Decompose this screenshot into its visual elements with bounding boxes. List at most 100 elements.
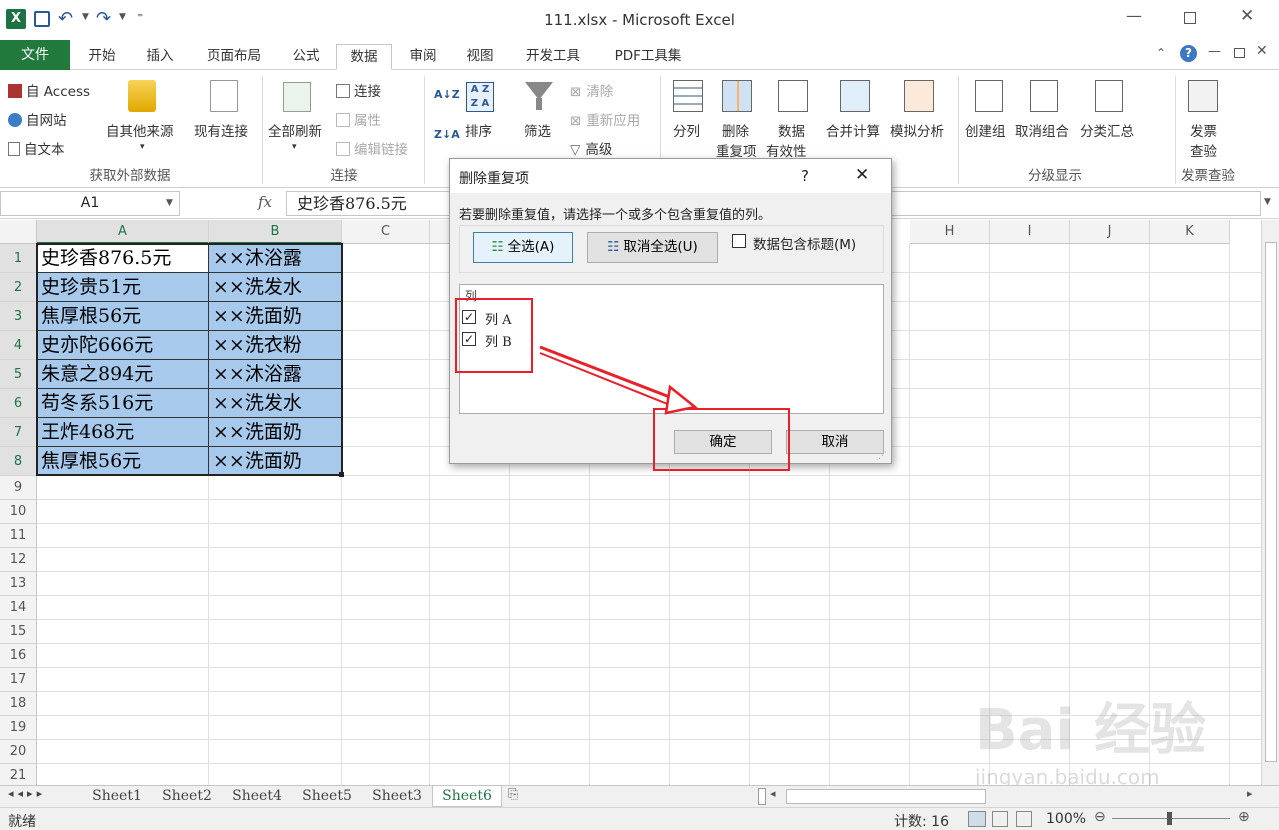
row-header[interactable]: 6 — [0, 389, 37, 418]
maximize-icon[interactable] — [1184, 12, 1196, 24]
row-header[interactable]: 16 — [0, 644, 37, 668]
cell-b5[interactable]: ××沐浴露 — [210, 360, 302, 388]
connections-button[interactable]: 连接 — [336, 80, 381, 100]
from-access-button[interactable]: 自 Access — [8, 80, 90, 100]
existing-connections-button[interactable]: 现有连接 — [194, 120, 248, 140]
row-header[interactable]: 19 — [0, 716, 37, 740]
page-break-view-icon[interactable] — [1016, 811, 1032, 827]
sheet-tab-sheet1[interactable]: Sheet1 — [82, 786, 152, 807]
tab-split-handle[interactable] — [758, 788, 766, 805]
dialog-help-icon[interactable]: ? — [801, 167, 809, 185]
row-header[interactable]: 3 — [0, 302, 37, 331]
cell-a3[interactable]: 焦厚根56元 — [38, 302, 141, 330]
filter-button[interactable]: 筛选 — [524, 120, 551, 140]
row-header[interactable]: 10 — [0, 500, 37, 524]
row-header[interactable]: 14 — [0, 596, 37, 620]
ungroup-button[interactable]: 取消组合 — [1015, 120, 1069, 140]
remove-duplicates-button[interactable]: 删除 — [722, 120, 749, 140]
tab-page-layout[interactable]: 页面布局 — [195, 44, 273, 70]
row-header[interactable]: 11 — [0, 524, 37, 548]
header-checkbox[interactable] — [732, 234, 746, 248]
fill-handle[interactable] — [339, 472, 344, 477]
cell-a5[interactable]: 朱意之894元 — [38, 360, 153, 388]
sheet-nav-arrows[interactable]: ◂◂▸▸ — [8, 787, 46, 800]
cell-b3[interactable]: ××洗面奶 — [210, 302, 302, 330]
cell-a1[interactable]: 史珍香876.5元 — [38, 244, 171, 272]
data-validation-button[interactable]: 数据 — [778, 120, 805, 140]
scrollbar-thumb[interactable] — [1265, 242, 1277, 762]
edit-links-button[interactable]: 编辑链接 — [336, 138, 408, 158]
tab-home[interactable]: 开始 — [77, 44, 127, 70]
column-header-c[interactable]: C — [342, 220, 430, 244]
row-header[interactable]: 20 — [0, 740, 37, 764]
refresh-all-button[interactable]: 全部刷新 — [268, 120, 322, 140]
column-header-b[interactable]: B — [209, 220, 342, 244]
from-text-button[interactable]: 自文本 — [8, 138, 65, 158]
sort-button[interactable]: 排序 — [465, 120, 492, 140]
unselect-all-button[interactable]: ☷ 取消全选(U) — [587, 232, 718, 263]
workbook-close-icon[interactable]: ✕ — [1256, 43, 1268, 59]
vertical-scrollbar[interactable] — [1261, 220, 1279, 785]
workbook-minimize-icon[interactable]: — — [1208, 44, 1221, 59]
tab-view[interactable]: 视图 — [455, 44, 505, 70]
cell-a7[interactable]: 王炸468元 — [38, 418, 134, 446]
sheet-tab-sheet3[interactable]: Sheet3 — [362, 786, 432, 807]
row-header[interactable]: 17 — [0, 668, 37, 692]
row-header[interactable]: 1 — [0, 244, 37, 273]
subtotal-button[interactable]: 分类汇总 — [1080, 120, 1134, 140]
clear-filter-button[interactable]: ⊠ 清除 — [570, 80, 613, 100]
horizontal-scroll-thumb[interactable] — [786, 789, 986, 804]
resize-grip-icon[interactable]: ⋰ — [878, 451, 887, 461]
other-sources-button[interactable]: 自其他来源 — [106, 120, 174, 140]
row-header[interactable]: 2 — [0, 273, 37, 302]
insert-sheet-icon[interactable]: ⎘ — [508, 787, 518, 802]
row-header[interactable]: 5 — [0, 360, 37, 389]
zoom-slider-thumb[interactable] — [1167, 812, 1172, 825]
expand-formula-icon[interactable]: ▼ — [1264, 197, 1271, 207]
sheet-tab-sheet4[interactable]: Sheet4 — [222, 786, 292, 807]
properties-button[interactable]: 属性 — [336, 109, 381, 129]
cell-b1[interactable]: ××沐浴露 — [210, 244, 302, 272]
cancel-button[interactable]: 取消 — [786, 430, 884, 454]
remove-duplicates-button-line2[interactable]: 重复项 — [716, 140, 757, 160]
close-icon[interactable]: ✕ — [1240, 6, 1254, 26]
column-header-i[interactable]: I — [990, 220, 1070, 244]
zoom-out-icon[interactable]: ⊖ — [1094, 809, 1106, 825]
tab-insert[interactable]: 插入 — [135, 44, 185, 70]
sheet-tab-sheet6[interactable]: Sheet6 — [432, 786, 502, 807]
row-header[interactable]: 8 — [0, 447, 37, 476]
name-box[interactable]: A1 — [0, 191, 180, 216]
sort-asc-button[interactable]: A↓Z — [434, 88, 460, 101]
column-header-h[interactable]: H — [910, 220, 990, 244]
what-if-analysis-button[interactable]: 模拟分析 — [890, 120, 944, 140]
consolidate-button[interactable]: 合并计算 — [826, 120, 880, 140]
column-header-j[interactable]: J — [1070, 220, 1150, 244]
dialog-close-icon[interactable]: ✕ — [855, 165, 869, 185]
column-header-k[interactable]: K — [1150, 220, 1230, 244]
tab-review[interactable]: 审阅 — [398, 44, 448, 70]
zoom-in-icon[interactable]: ⊕ — [1238, 809, 1250, 825]
scroll-left-icon[interactable]: ◂ — [770, 787, 776, 800]
text-to-columns-button[interactable]: 分列 — [673, 120, 700, 140]
zoom-level[interactable]: 100% — [1046, 811, 1086, 827]
sheet-tab-sheet2[interactable]: Sheet2 — [152, 786, 222, 807]
scroll-right-icon[interactable]: ▸ — [1247, 787, 1253, 800]
row-header[interactable]: 18 — [0, 692, 37, 716]
sheet-tab-sheet5[interactable]: Sheet5 — [292, 786, 362, 807]
tab-file[interactable]: 文件 — [0, 40, 70, 70]
cell-b7[interactable]: ××洗面奶 — [210, 418, 302, 446]
tab-formulas[interactable]: 公式 — [281, 44, 331, 70]
row-header[interactable]: 13 — [0, 572, 37, 596]
page-layout-view-icon[interactable] — [992, 811, 1008, 827]
cell-a2[interactable]: 史珍贵51元 — [38, 273, 141, 301]
row-header[interactable]: 4 — [0, 331, 37, 360]
minimize-icon[interactable]: — — [1126, 6, 1142, 25]
row-header[interactable]: 12 — [0, 548, 37, 572]
advanced-filter-button[interactable]: ▽ 高级 — [570, 138, 612, 158]
workbook-restore-icon[interactable] — [1234, 48, 1245, 58]
row-header[interactable]: 7 — [0, 418, 37, 447]
tab-data[interactable]: 数据 — [336, 44, 392, 70]
tab-developer[interactable]: 开发工具 — [514, 44, 592, 70]
group-button[interactable]: 创建组 — [965, 120, 1006, 140]
row-header[interactable]: 15 — [0, 620, 37, 644]
